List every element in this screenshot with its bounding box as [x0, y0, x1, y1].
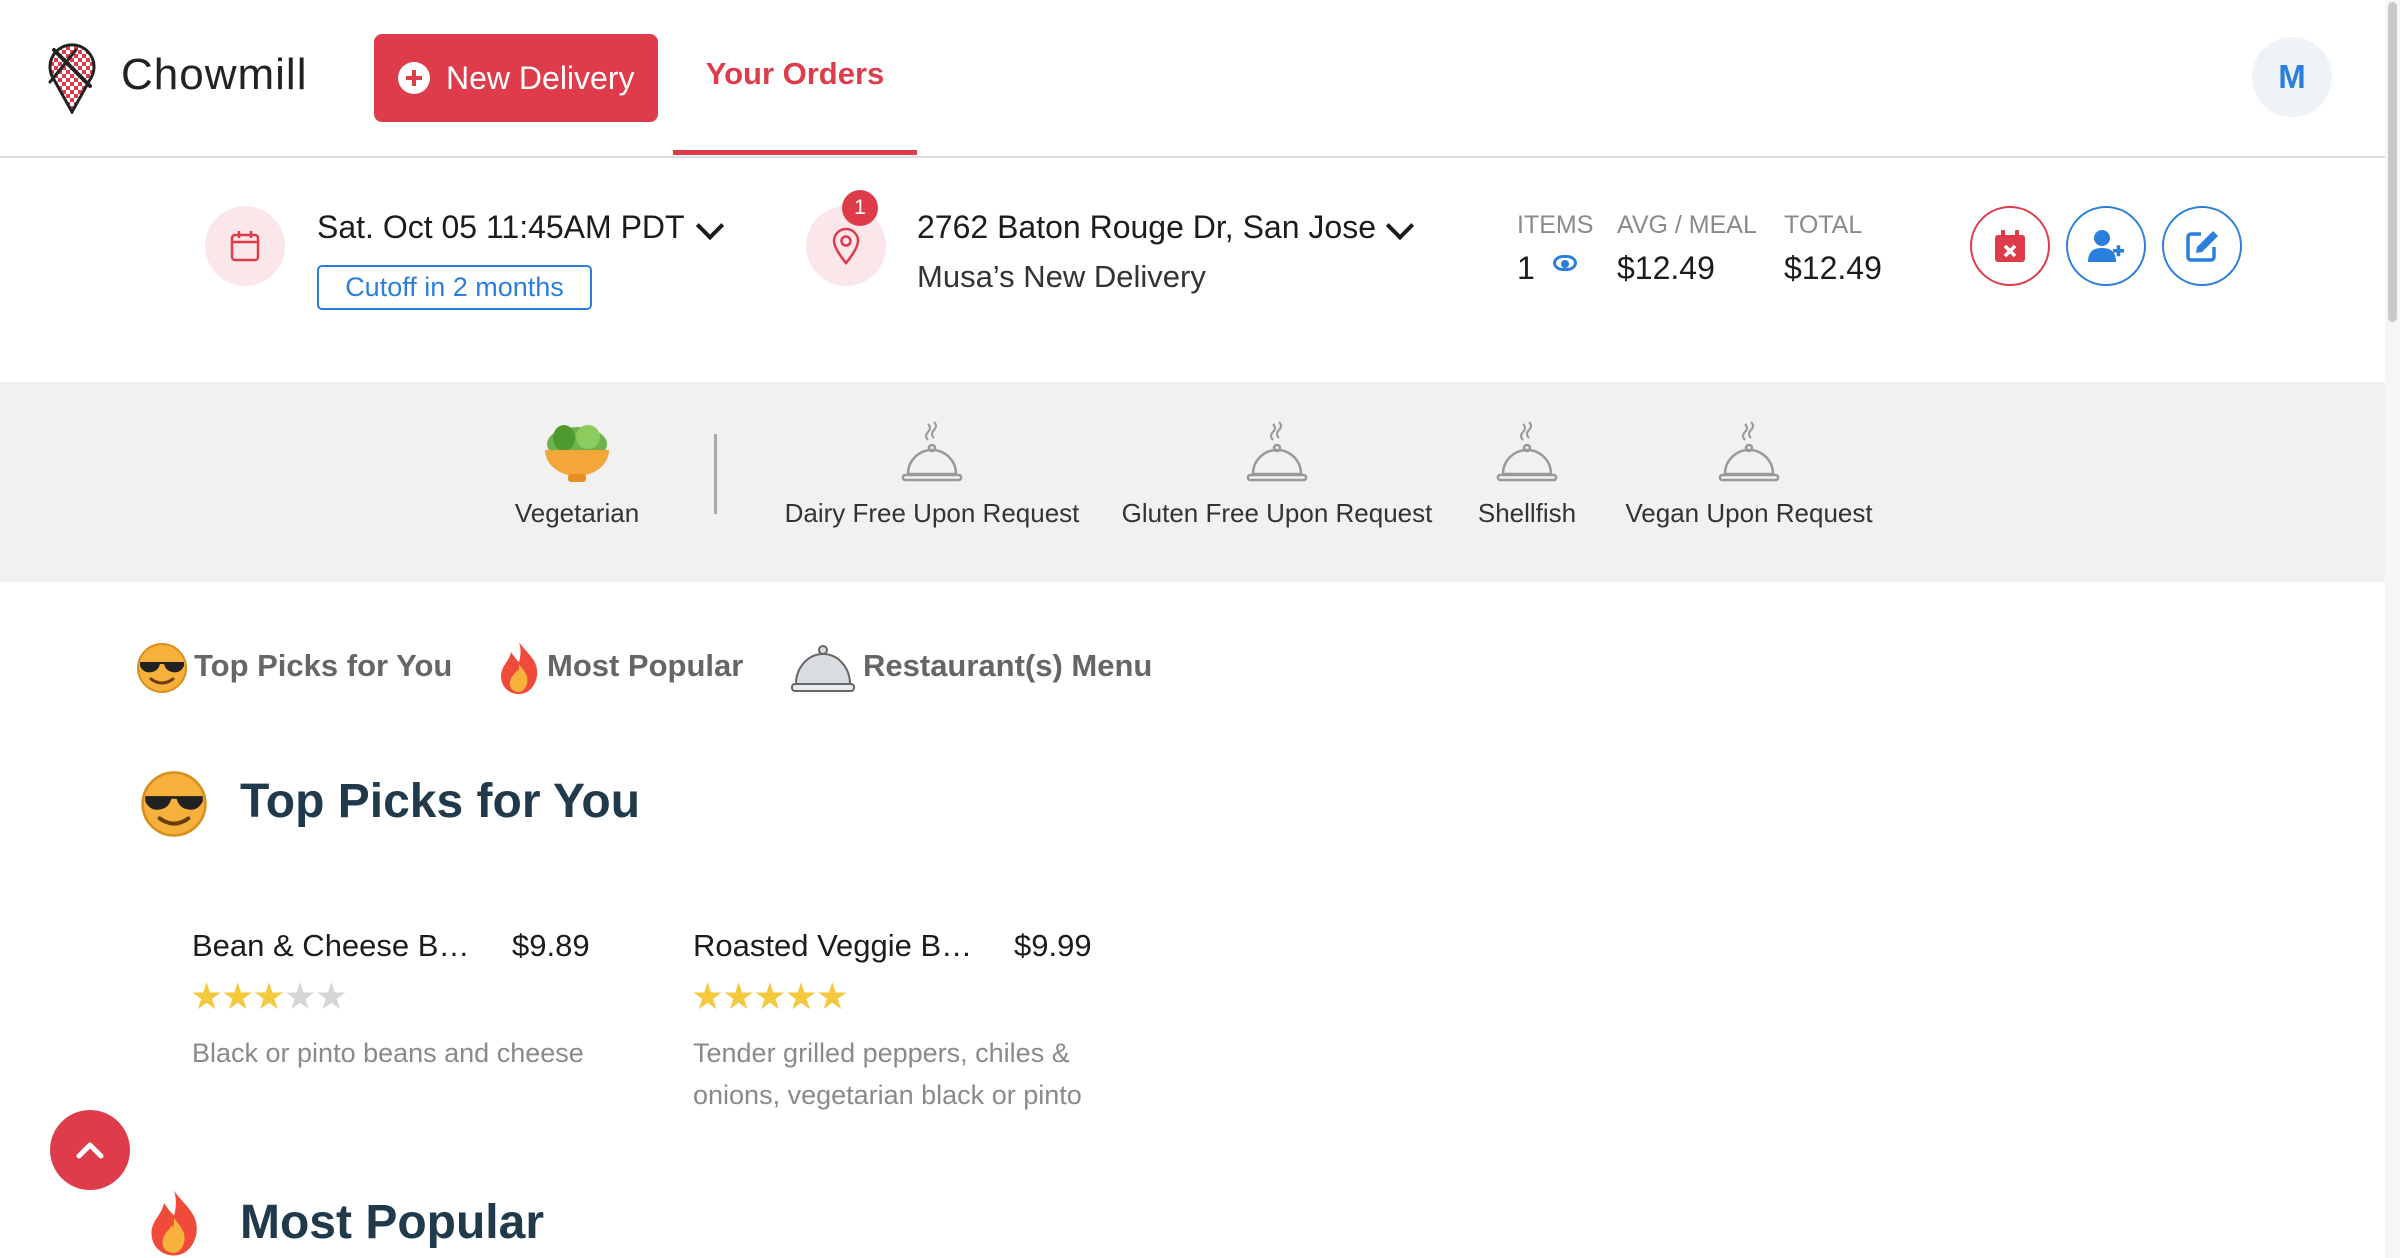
item-price: $9.99: [1014, 928, 1092, 963]
add-user-icon: [2088, 230, 2124, 262]
delivery-address[interactable]: 2762 Baton Rouge Dr, San Jose: [917, 209, 1376, 246]
total-value: $12.49: [1784, 250, 1882, 286]
top-header: Chowmill New Delivery Your Orders M: [0, 0, 2385, 158]
items-label: ITEMS: [1517, 211, 1594, 239]
new-delivery-button[interactable]: New Delivery: [374, 34, 658, 122]
new-delivery-label: New Delivery: [446, 59, 635, 96]
edit-delivery-button[interactable]: [2162, 206, 2242, 286]
diet-gluten-free: Gluten Free Upon Request: [1121, 498, 1433, 528]
fire-icon: [151, 1190, 197, 1256]
star-filled-icon: ★: [753, 976, 786, 1017]
star-filled-icon: ★: [815, 976, 849, 1017]
user-avatar[interactable]: M: [2252, 37, 2332, 117]
diet-vegan: Vegan Upon Request: [1625, 498, 1873, 528]
item-rating: ★★★★★: [691, 975, 849, 1018]
section-title-most-popular: Most Popular: [240, 1196, 545, 1249]
salad-bowl-icon: [545, 425, 609, 482]
sunglasses-face-icon: [141, 771, 207, 837]
app-name[interactable]: Chowmill: [121, 50, 307, 100]
item-description: Black or pinto beans and cheese: [192, 1038, 584, 1068]
avg-meal-value: $12.49: [1617, 250, 1715, 286]
map-pin-icon: [832, 227, 860, 265]
avg-meal-label: AVG / MEAL: [1617, 211, 1757, 239]
item-price: $9.89: [512, 928, 590, 963]
calendar-x-icon: [1995, 230, 2025, 262]
cloche-icon[interactable]: [790, 642, 856, 696]
star-filled-icon: ★: [722, 976, 755, 1017]
diet-divider: [714, 434, 717, 514]
item-rating: ★★★★★: [190, 975, 348, 1018]
item-description: Tender grilled peppers, chiles & onions,…: [693, 1038, 1082, 1110]
cloche-icon: [1246, 421, 1308, 482]
date-chevron-down-icon[interactable]: [695, 211, 725, 241]
total-label: TOTAL: [1784, 211, 1863, 239]
item-name[interactable]: Bean & Cheese B…: [192, 928, 469, 964]
scroll-to-top-button[interactable]: [50, 1110, 130, 1190]
calendar-icon: [230, 231, 260, 262]
section-title-top-picks: Top Picks for You: [240, 775, 641, 828]
address-chevron-down-icon[interactable]: [1385, 211, 1415, 241]
star-filled-icon: ★: [784, 976, 818, 1017]
edit-icon: [2186, 231, 2218, 262]
item-name[interactable]: Roasted Veggie B…: [693, 928, 972, 964]
eye-icon[interactable]: [1553, 255, 1577, 271]
chevron-up-icon: [76, 1142, 104, 1159]
star-filled-icon: ★: [221, 976, 254, 1017]
section-nav-most-popular[interactable]: Most Popular: [547, 648, 743, 684]
cloche-icon: [1496, 421, 1558, 482]
star-empty-icon: ★: [314, 976, 348, 1017]
cloche-icon: [1718, 421, 1780, 482]
plus-circle-icon: [398, 62, 430, 94]
diet-vegetarian: Vegetarian: [514, 498, 640, 528]
scrollbar-thumb[interactable]: [2388, 2, 2397, 322]
section-nav-restaurant-menu[interactable]: Restaurant(s) Menu: [863, 648, 1152, 684]
cutoff-badge: Cutoff in 2 months: [317, 265, 592, 310]
section-nav-top-picks[interactable]: Top Picks for You: [194, 648, 452, 684]
chowmill-logo-icon[interactable]: [46, 42, 98, 114]
diet-dairy-free: Dairy Free Upon Request: [784, 498, 1080, 528]
diet-shellfish: Shellfish: [1477, 498, 1577, 528]
star-filled-icon: ★: [190, 976, 223, 1017]
cancel-delivery-button[interactable]: [1970, 206, 2050, 286]
calendar-icon-circle: [205, 206, 285, 286]
tab-your-orders[interactable]: Your Orders: [673, 0, 917, 155]
cloche-icon: [901, 421, 963, 482]
delivery-date-time[interactable]: Sat. Oct 05 11:45AM PDT: [317, 209, 685, 246]
fire-icon[interactable]: [497, 640, 541, 696]
invite-user-button[interactable]: [2066, 206, 2146, 286]
star-filled-icon: ★: [691, 976, 724, 1017]
dietary-options-band: [0, 382, 2385, 582]
items-value: 1: [1517, 250, 1535, 286]
delivery-name: Musa’s New Delivery: [917, 259, 1206, 294]
location-count-badge: 1: [842, 190, 878, 226]
sunglasses-face-icon[interactable]: [136, 642, 188, 694]
star-filled-icon: ★: [252, 976, 285, 1017]
star-empty-icon: ★: [283, 976, 317, 1017]
